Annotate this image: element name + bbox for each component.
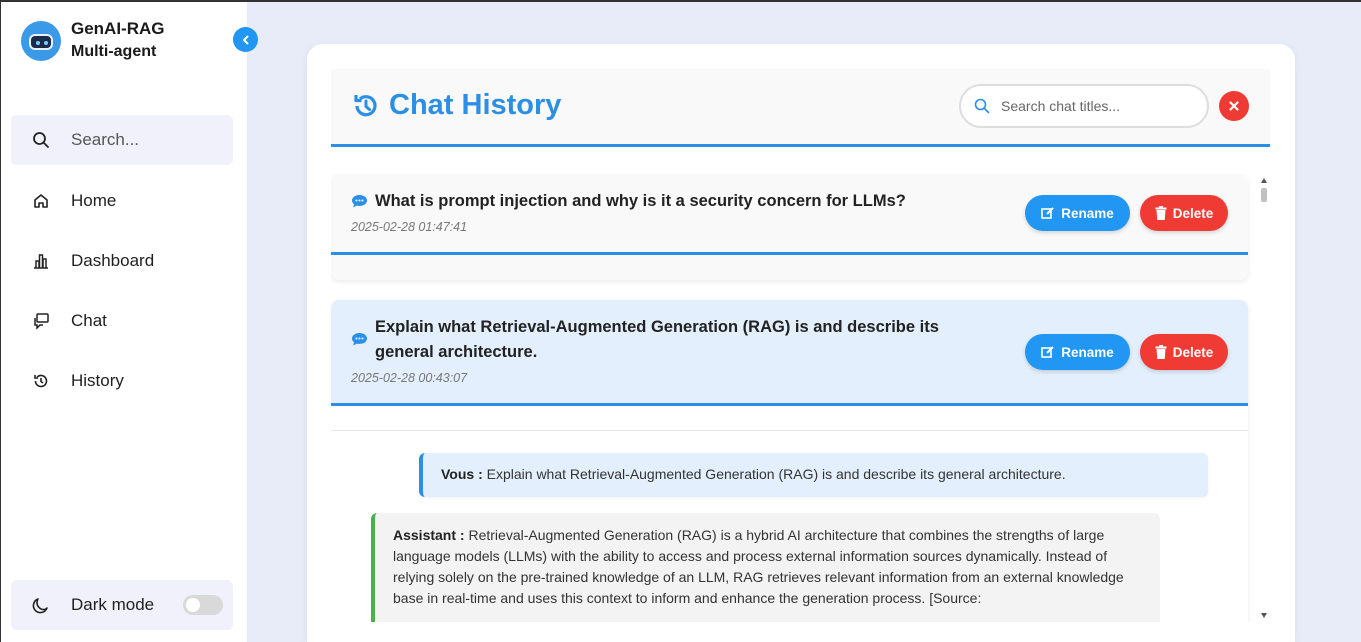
sidebar-item-chat[interactable]: Chat: [11, 299, 233, 343]
home-icon: [31, 191, 51, 211]
chat-list: What is prompt injection and why is it a…: [331, 174, 1266, 622]
chat-date: 2025-02-28 00:43:07: [351, 371, 468, 385]
conversation-view: Vous : Explain what Retrieval-Augmented …: [331, 430, 1248, 622]
sidebar-item-label: History: [71, 371, 124, 390]
delete-button[interactable]: Delete: [1140, 195, 1228, 231]
scrollbar[interactable]: [1259, 178, 1269, 622]
comment-icon: [352, 333, 367, 346]
search-icon: [974, 98, 990, 114]
sidebar-item-dashboard[interactable]: Dashboard: [11, 239, 233, 283]
rename-label: Rename: [1061, 344, 1114, 360]
sidebar-item-label: Home: [71, 191, 117, 210]
sidebar-search-label: Search...: [71, 130, 140, 149]
rename-button[interactable]: Rename: [1025, 195, 1130, 231]
brand[interactable]: GenAI-RAG Multi-agent: [21, 18, 165, 64]
sidebar-item-label: Dashboard: [71, 251, 155, 270]
sidebar-item-label: Chat: [71, 311, 107, 330]
panel-header: Chat History: [331, 69, 1270, 147]
list-item[interactable]: What is prompt injection and why is it a…: [331, 174, 1248, 280]
assistant-message-text: Retrieval-Augmented Generation (RAG) is …: [393, 527, 1124, 606]
history-icon: [354, 95, 377, 117]
brand-title: GenAI-RAG: [71, 19, 165, 38]
assistant-message: Assistant : Retrieval-Augmented Generati…: [371, 513, 1160, 622]
sidebar-item-history[interactable]: History: [11, 359, 233, 403]
comment-icon: [352, 195, 367, 208]
sidebar-collapse-button[interactable]: [233, 27, 258, 52]
chat-title-search: [959, 84, 1209, 128]
trash-icon: [1155, 345, 1167, 359]
search-input[interactable]: [1001, 98, 1191, 114]
dark-mode-label: Dark mode: [71, 595, 155, 614]
robot-logo-icon: [21, 21, 61, 61]
delete-button[interactable]: Delete: [1140, 334, 1228, 370]
rename-label: Rename: [1061, 205, 1114, 221]
chat-title: Explain what Retrieval-Augmented Generat…: [375, 318, 939, 361]
dark-mode-row: Dark mode: [11, 580, 233, 630]
clear-search-button[interactable]: [1219, 91, 1249, 121]
edit-icon: [1041, 207, 1054, 219]
chat-date: 2025-02-28 01:47:41: [351, 220, 468, 234]
edit-icon: [1041, 346, 1054, 358]
history-icon: [31, 371, 51, 391]
delete-label: Delete: [1172, 205, 1214, 221]
sidebar-search[interactable]: Search...: [11, 115, 233, 165]
sidebar-item-home[interactable]: Home: [11, 179, 233, 223]
chat-history-panel: Chat History What is prompt injection an…: [307, 44, 1295, 642]
assistant-prefix: Assistant :: [393, 527, 465, 543]
chevron-left-icon: [242, 35, 248, 44]
list-item[interactable]: Explain what Retrieval-Augmented Generat…: [331, 300, 1248, 622]
trash-icon: [1155, 206, 1167, 220]
rename-button[interactable]: Rename: [1025, 334, 1130, 370]
user-prefix: Vous :: [441, 466, 483, 482]
search-icon: [33, 132, 49, 148]
user-message: Vous : Explain what Retrieval-Augmented …: [419, 453, 1208, 497]
moon-icon: [32, 598, 48, 614]
user-message-text: Explain what Retrieval-Augmented Generat…: [486, 466, 1066, 482]
chart-icon: [31, 251, 51, 271]
dark-mode-toggle[interactable]: [183, 595, 223, 615]
chat-icon: [31, 311, 51, 331]
delete-label: Delete: [1172, 344, 1214, 360]
page-title: Chat History: [389, 89, 562, 121]
close-icon: [1229, 101, 1239, 111]
brand-subtitle: Multi-agent: [71, 43, 157, 60]
chat-title: What is prompt injection and why is it a…: [375, 192, 906, 210]
sidebar: GenAI-RAG Multi-agent Search... Home Das…: [1, 2, 247, 642]
